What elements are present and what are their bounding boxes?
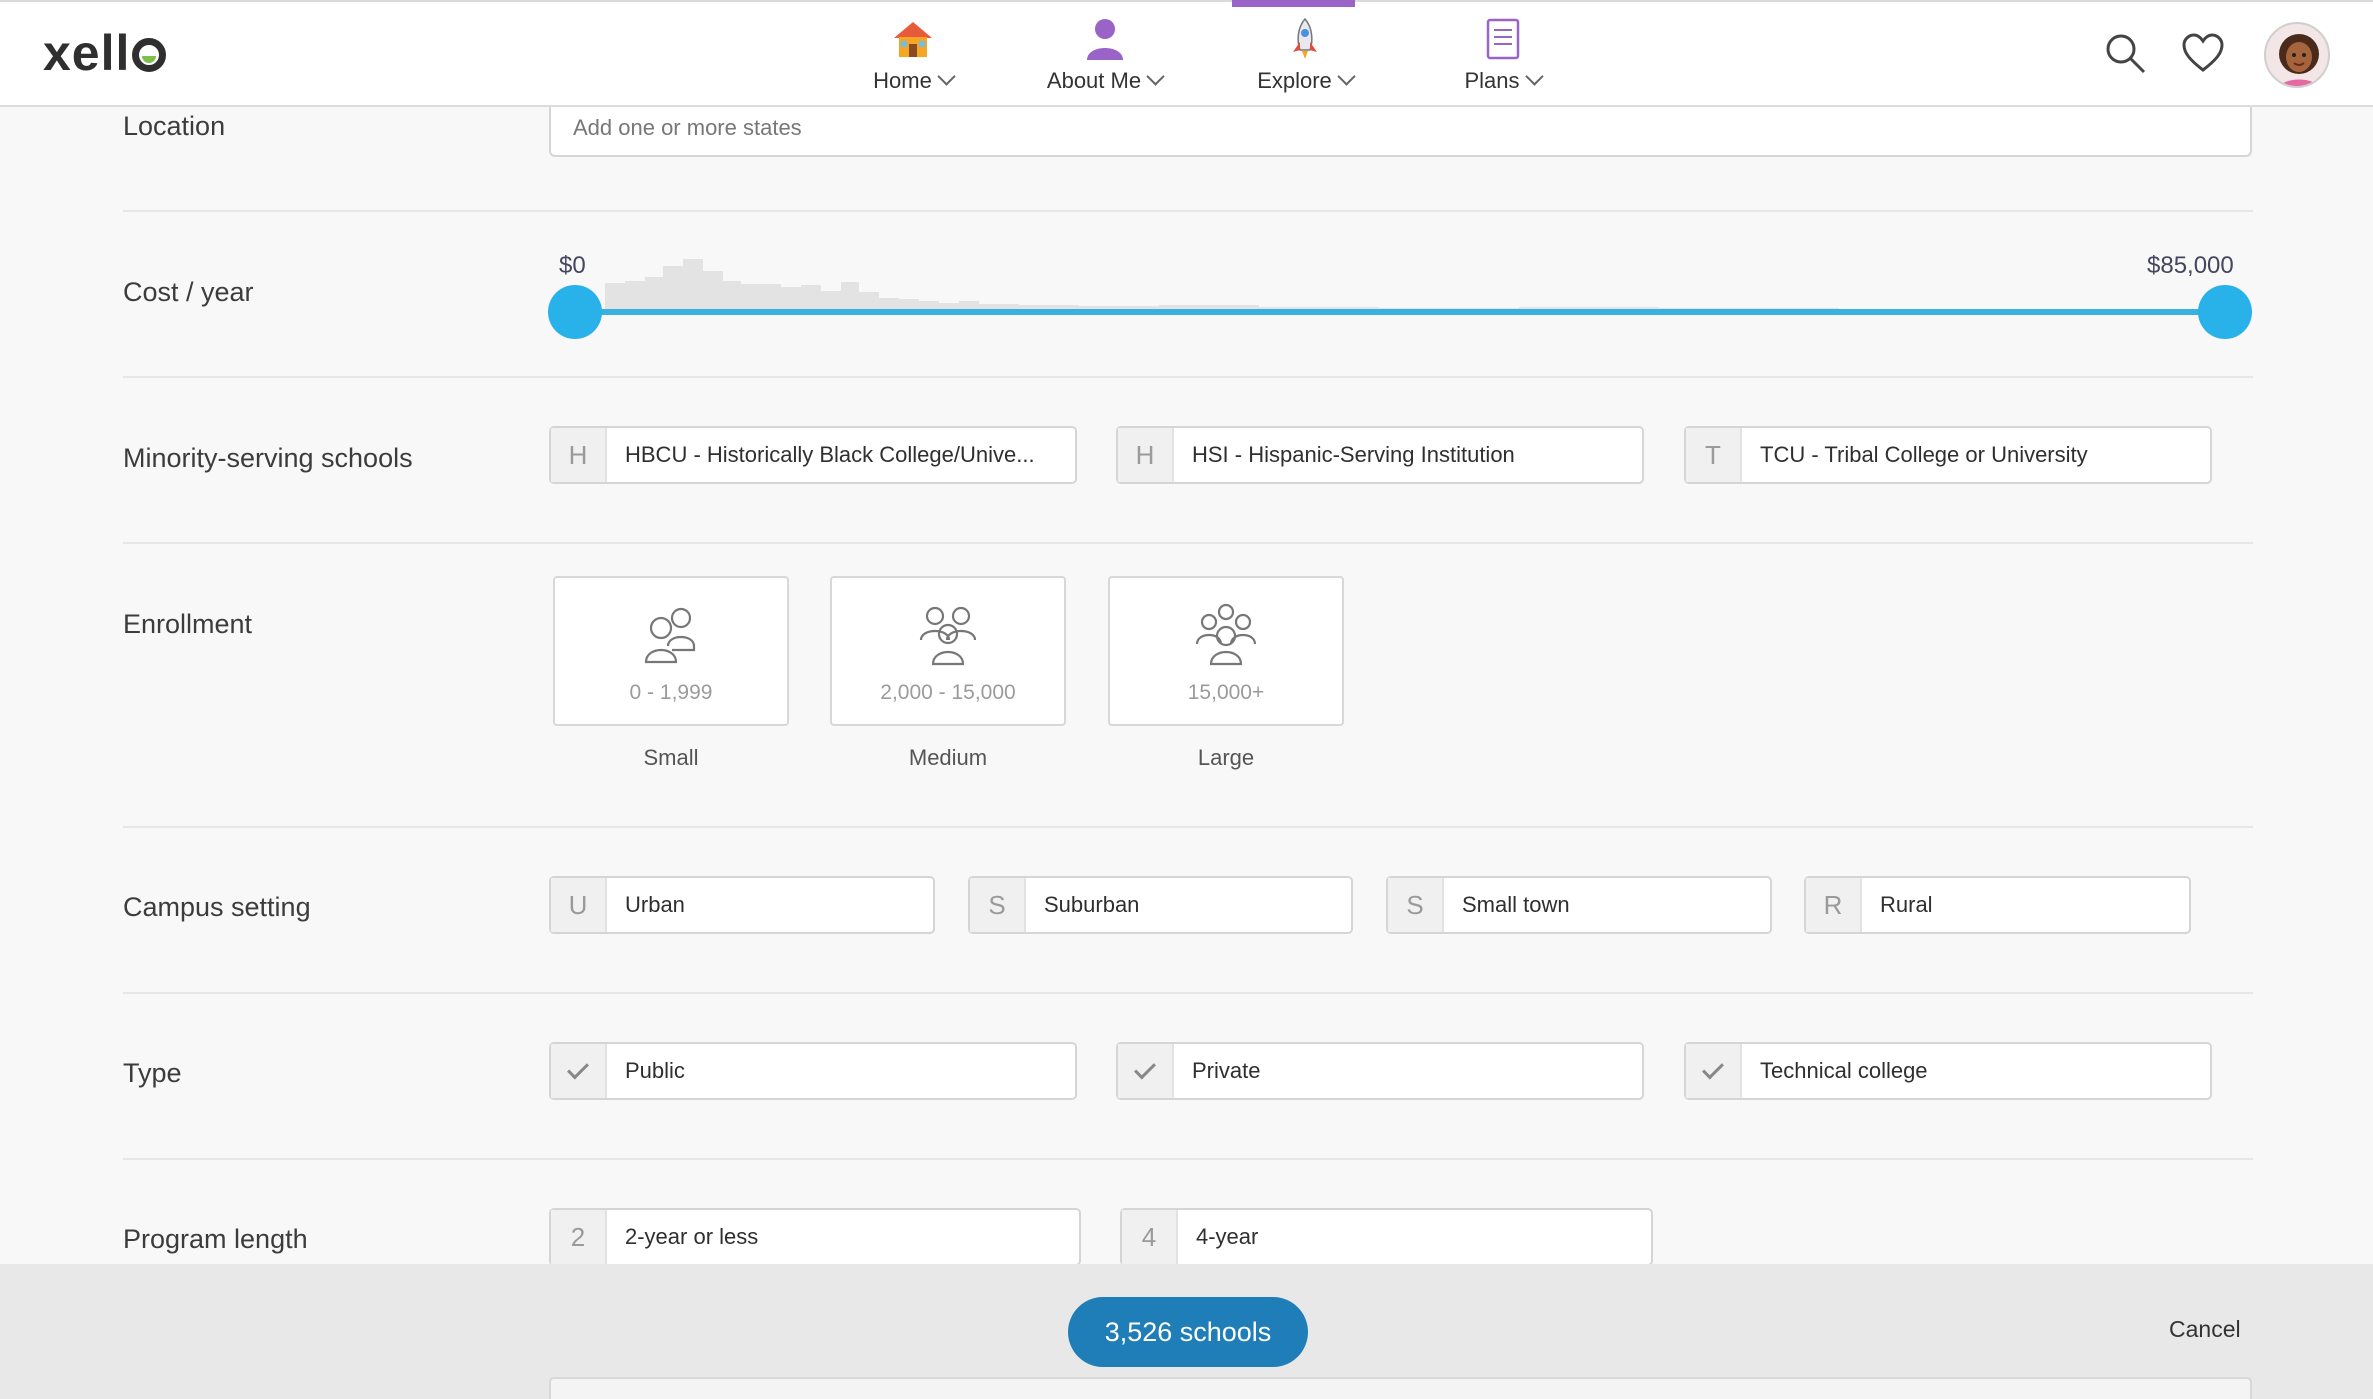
option-label: Private <box>1192 1058 1261 1083</box>
chip-key: U <box>551 878 607 932</box>
user-avatar-icon <box>2279 34 2319 86</box>
enrollment-caption: Large <box>1197 745 1255 770</box>
avatar[interactable] <box>2264 22 2330 88</box>
nav-home[interactable]: Home <box>858 16 968 106</box>
option-label: Suburban <box>1044 892 1140 917</box>
nav-plans-label: Plans <box>1464 68 1520 93</box>
results-footer: 3,526 schools Cancel <box>0 1264 2373 1399</box>
option-label: 2-year or less <box>625 1224 759 1249</box>
location-label: Location <box>123 111 226 141</box>
nav-explore[interactable]: Explore <box>1245 16 1365 106</box>
next-filter-row-peek <box>549 1377 2252 1399</box>
enrollment-small-card[interactable]: 0 - 1,999 <box>553 576 789 726</box>
people-small-icon <box>644 607 696 664</box>
option-tcu[interactable]: T TCU - Tribal College or University <box>1684 426 2212 484</box>
chevron-down-icon <box>1524 67 1544 86</box>
enrollment-large-card[interactable]: 15,000+ <box>1108 576 1344 726</box>
option-hsi[interactable]: H HSI - Hispanic-Serving Institution <box>1116 426 1644 484</box>
option-small-town[interactable]: S Small town <box>1386 876 1772 934</box>
option-hbcu[interactable]: H HBCU - Historically Black College/Univ… <box>549 426 1077 484</box>
nav-about-me-label: About Me <box>1046 68 1142 93</box>
option-label: HSI - Hispanic-Serving Institution <box>1192 442 1515 467</box>
enrollment-medium-card[interactable]: 2,000 - 15,000 <box>830 576 1066 726</box>
enrollment-range: 0 - 1,999 <box>629 681 713 704</box>
divider <box>123 376 2253 378</box>
option-private[interactable]: Private <box>1116 1042 1644 1100</box>
chip-key: H <box>1118 428 1174 482</box>
nav-explore-label: Explore <box>1257 68 1332 93</box>
divider <box>123 826 2253 828</box>
chip-key: 2 <box>551 1210 607 1264</box>
chip-key: 4 <box>1122 1210 1178 1264</box>
enrollment-range: 2,000 - 15,000 <box>880 681 1016 704</box>
rocket-icon <box>1293 17 1317 59</box>
check-icon <box>567 1057 589 1079</box>
person-icon <box>1086 19 1123 60</box>
enrollment-caption: Medium <box>908 745 988 770</box>
divider <box>123 210 2253 212</box>
nav-about-me[interactable]: About Me <box>1037 16 1172 106</box>
filters-panel: Location Add one or more states Cost / y… <box>0 107 2373 1266</box>
checkbox <box>1686 1044 1742 1098</box>
clipboard-icon <box>1486 18 1519 60</box>
checkbox <box>551 1044 607 1098</box>
minority-label: Minority-serving schools <box>123 443 413 473</box>
chevron-down-icon <box>1146 67 1165 86</box>
option-2-year[interactable]: 2 2-year or less <box>549 1208 1081 1266</box>
divider <box>123 992 2253 994</box>
chevron-down-icon <box>1337 67 1356 86</box>
option-rural[interactable]: R Rural <box>1804 876 2191 934</box>
program-length-label: Program length <box>123 1224 308 1254</box>
enrollment-range: 15,000+ <box>1187 681 1265 704</box>
option-label: TCU - Tribal College or University <box>1760 442 2088 467</box>
cost-histogram <box>605 259 2220 312</box>
cancel-button[interactable]: Cancel <box>2169 1316 2241 1343</box>
people-large-icon <box>1195 603 1257 666</box>
chip-key: H <box>551 428 607 482</box>
option-technical-college[interactable]: Technical college <box>1684 1042 2212 1100</box>
cost-slider-max-handle[interactable] <box>2198 285 2252 339</box>
chip-key: T <box>1686 428 1742 482</box>
option-public[interactable]: Public <box>549 1042 1077 1100</box>
option-label: Public <box>625 1058 685 1083</box>
xello-logo[interactable]: xell <box>43 24 167 82</box>
cost-label: Cost / year <box>123 277 254 307</box>
search-icon[interactable] <box>2102 30 2148 76</box>
check-icon <box>1702 1057 1724 1079</box>
cost-slider-track[interactable] <box>575 309 2225 315</box>
option-urban[interactable]: U Urban <box>549 876 935 934</box>
divider <box>123 1158 2253 1160</box>
campus-label: Campus setting <box>123 892 311 922</box>
divider <box>123 542 2253 544</box>
option-suburban[interactable]: S Suburban <box>968 876 1353 934</box>
option-4-year[interactable]: 4 4-year <box>1120 1208 1653 1266</box>
chip-key: S <box>1388 878 1444 932</box>
house-icon <box>894 22 932 57</box>
nav-home-label: Home <box>873 68 932 93</box>
top-nav-bar: xell Home About Me Explore Plans <box>0 0 2373 107</box>
chevron-down-icon <box>937 67 956 86</box>
check-icon <box>1134 1057 1156 1079</box>
option-label: Technical college <box>1760 1058 1928 1083</box>
cost-min-value: $0 <box>559 252 586 279</box>
option-label: Small town <box>1462 892 1570 917</box>
show-schools-button[interactable]: 3,526 schools <box>1068 1297 1308 1367</box>
option-label: 4-year <box>1196 1224 1259 1249</box>
top-border <box>0 0 2373 2</box>
nav-plans[interactable]: Plans <box>1455 16 1550 106</box>
enrollment-label: Enrollment <box>123 609 253 639</box>
type-label: Type <box>123 1058 182 1088</box>
checkbox <box>1118 1044 1174 1098</box>
chip-key: S <box>970 878 1026 932</box>
location-input[interactable]: Add one or more states <box>549 107 2252 157</box>
chip-key: R <box>1806 878 1862 932</box>
option-label: Rural <box>1880 892 1933 917</box>
enrollment-caption: Small <box>643 745 699 770</box>
cost-slider-min-handle[interactable] <box>548 285 602 339</box>
people-medium-icon <box>919 606 977 666</box>
option-label: Urban <box>625 892 685 917</box>
option-label: HBCU - Historically Black College/Unive.… <box>625 442 1035 467</box>
heart-icon[interactable] <box>2180 30 2226 76</box>
active-tab-indicator <box>1232 0 1355 7</box>
